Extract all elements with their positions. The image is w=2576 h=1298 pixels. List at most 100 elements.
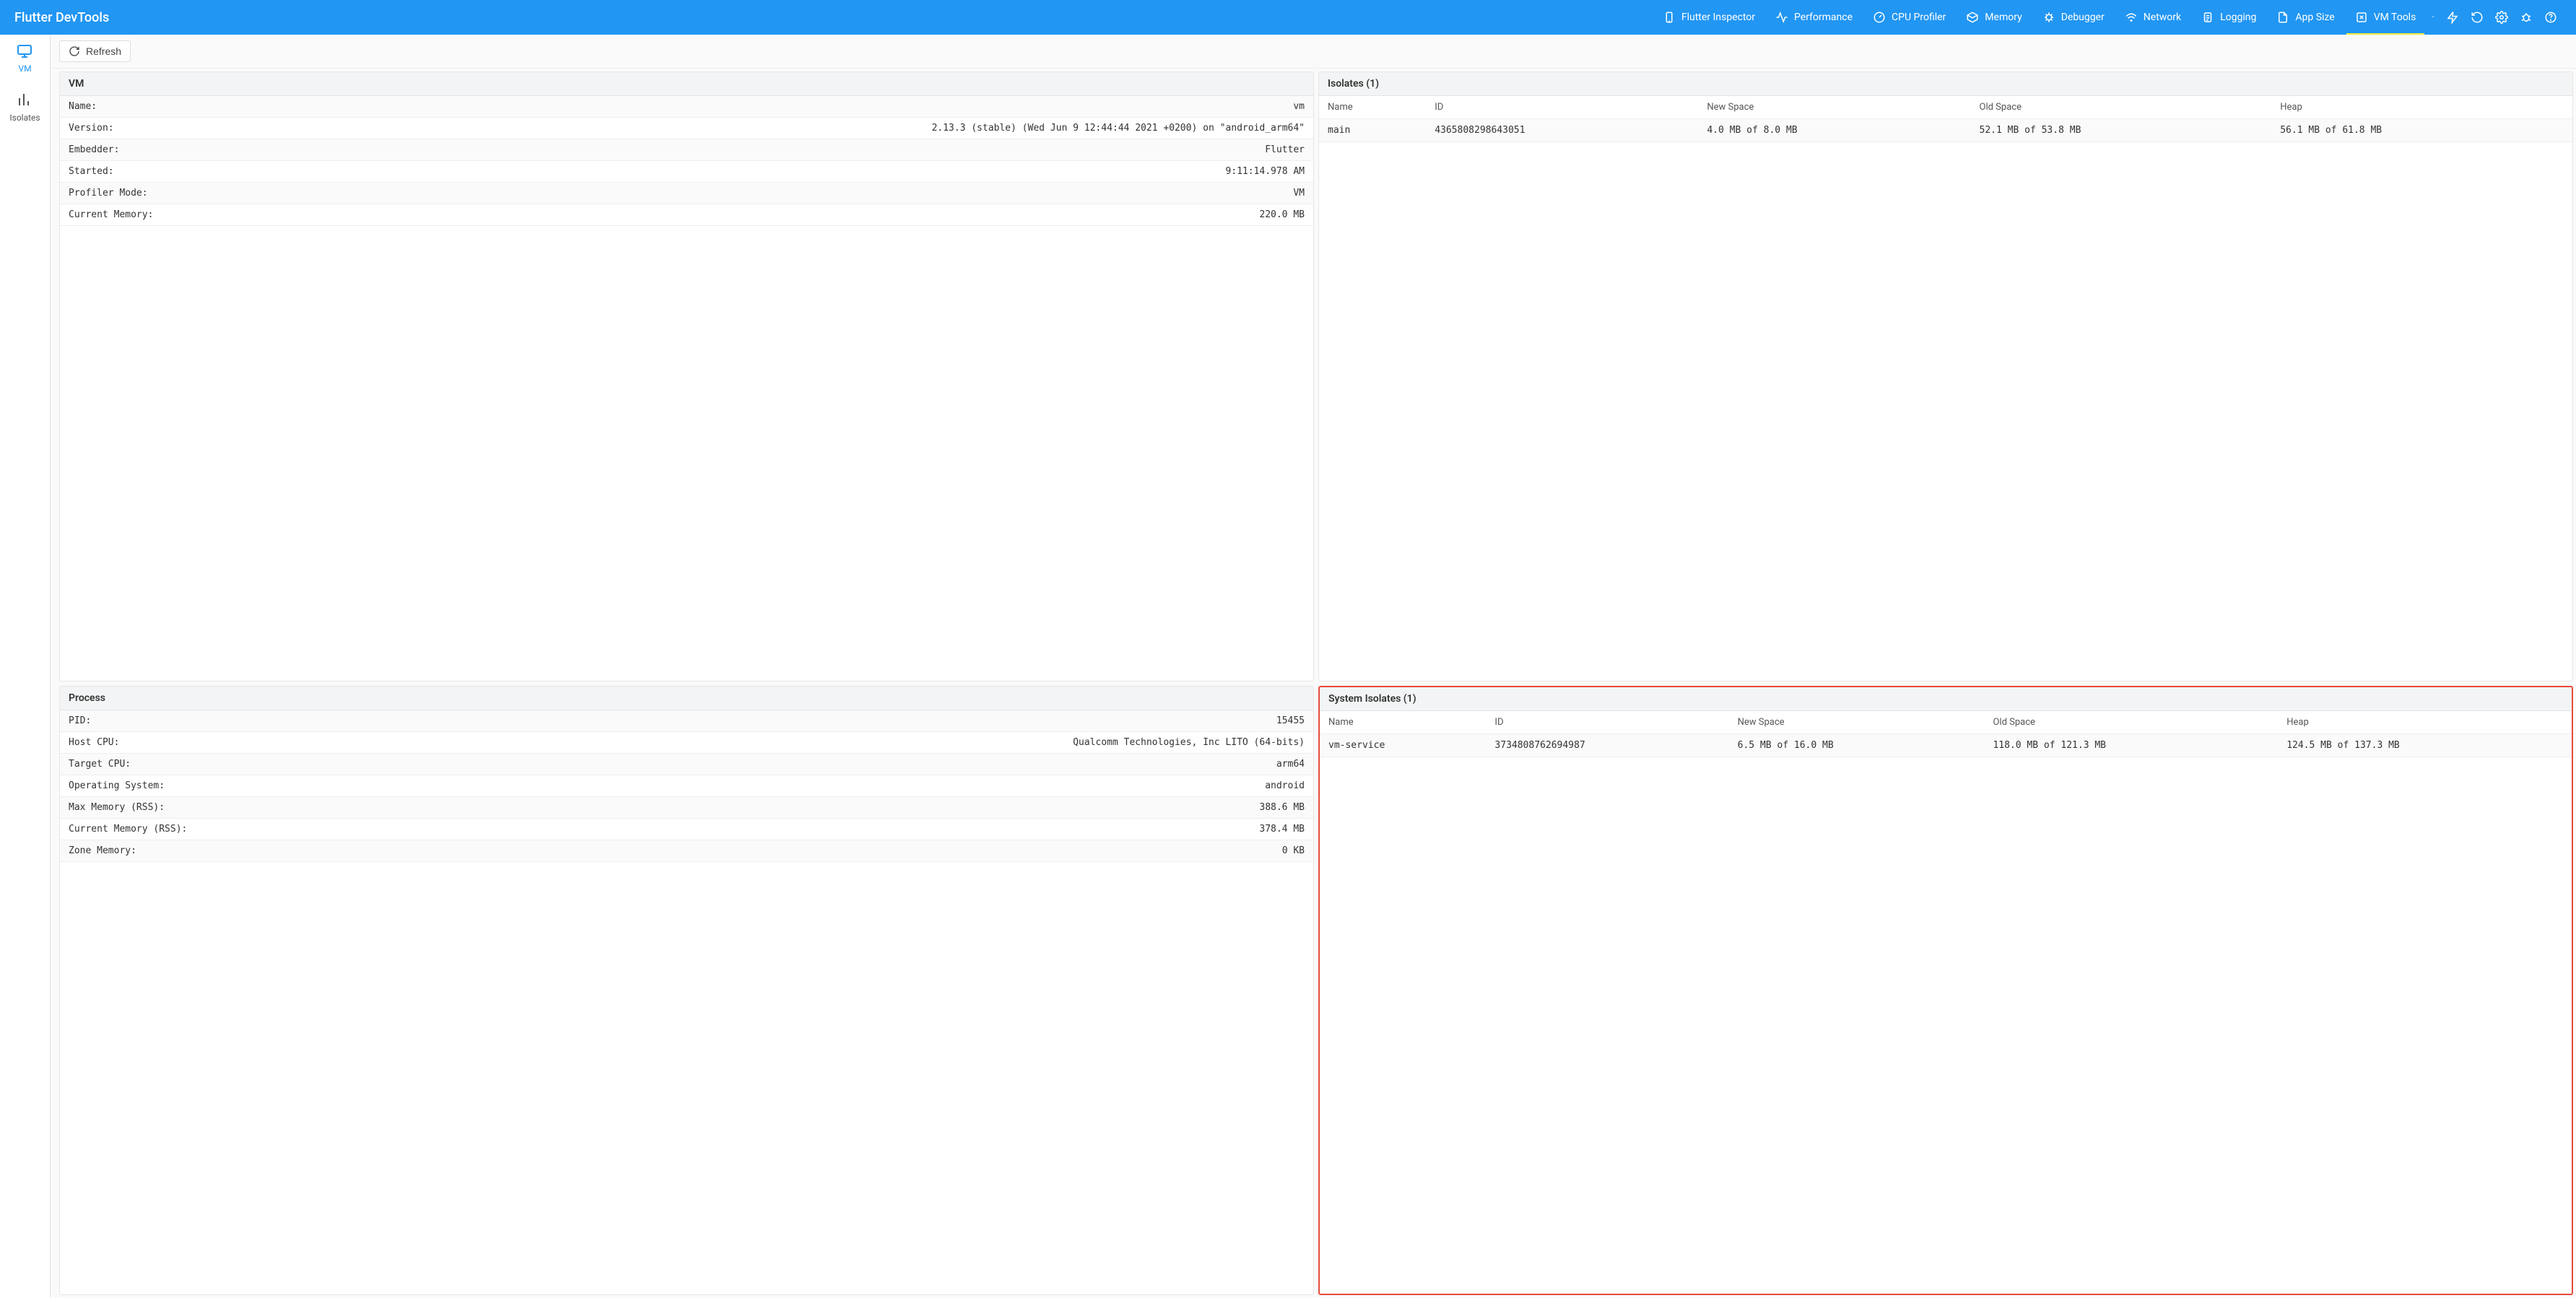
- dot-icon: ·: [2432, 12, 2434, 23]
- kv-value: VM: [1293, 188, 1305, 199]
- kv-value: 2.13.3 (stable) (Wed Jun 9 12:44:44 2021…: [931, 123, 1305, 134]
- main-content: Refresh VM Name:vmVersion:2.13.3 (stable…: [51, 35, 2576, 1298]
- gauge-icon: [1873, 11, 1886, 24]
- monitor-icon: [16, 42, 35, 61]
- table-header: Name: [1320, 711, 1486, 734]
- tab-label: Logging: [2220, 12, 2256, 23]
- tab-network[interactable]: Network: [2116, 0, 2190, 35]
- file-icon: [2276, 11, 2289, 24]
- table-row[interactable]: vm-service37348087626949876.5 MB of 16.0…: [1320, 733, 2572, 757]
- tab-overflow-indicator[interactable]: ·: [2427, 0, 2439, 35]
- kv-key: Operating System:: [69, 780, 165, 791]
- kv-row: Operating System: android: [60, 775, 1313, 797]
- kv-row: Version:2.13.3 (stable) (Wed Jun 9 12:44…: [60, 118, 1313, 139]
- table-cell: vm-service: [1320, 733, 1486, 757]
- phone-icon: [1663, 11, 1676, 24]
- help-icon: [2544, 11, 2557, 24]
- kv-value: 9:11:14.978 AM: [1225, 166, 1305, 177]
- kv-key: PID:: [69, 715, 91, 726]
- system-isolates-panel-body: NameIDNew SpaceOld SpaceHeapvm-service37…: [1320, 711, 2572, 1294]
- table-row[interactable]: main43658082986430514.0 MB of 8.0 MB52.1…: [1319, 119, 2572, 142]
- restart-icon: [2471, 11, 2484, 24]
- clipboard-icon: [2201, 11, 2214, 24]
- table-header: ID: [1426, 96, 1698, 119]
- action-hot-restart[interactable]: [2466, 0, 2488, 35]
- wifi-icon: [2125, 11, 2138, 24]
- sidebar-item-label: Isolates: [9, 113, 40, 123]
- kv-row: Max Memory (RSS): 388.6 MB: [60, 797, 1313, 819]
- table-cell: 118.0 MB of 121.3 MB: [1984, 733, 2278, 757]
- kv-row: Current Memory (RSS): 378.4 MB: [60, 819, 1313, 840]
- table-cell: 4365808298643051: [1426, 119, 1698, 142]
- action-help[interactable]: [2540, 0, 2562, 35]
- kv-key: Host CPU:: [69, 737, 119, 748]
- action-hot-reload[interactable]: [2442, 0, 2463, 35]
- kv-row: Started:9:11:14.978 AM: [60, 161, 1313, 183]
- tab-label: VM Tools: [2374, 12, 2416, 23]
- table-header: Old Space: [1984, 711, 2278, 734]
- kv-row: Target CPU:arm64: [60, 754, 1313, 775]
- kv-value: 15455: [1276, 715, 1305, 726]
- kv-value: android: [1265, 780, 1305, 791]
- tab-app-size[interactable]: App Size: [2268, 0, 2343, 35]
- app-title: Flutter DevTools: [14, 10, 109, 25]
- table-cell: 52.1 MB of 53.8 MB: [1971, 119, 2272, 142]
- kv-value: Flutter: [1265, 144, 1305, 155]
- kv-key: Profiler Mode:: [69, 188, 148, 199]
- kv-key: Embedder:: [69, 144, 119, 155]
- sidebar-item-label: VM: [18, 64, 31, 74]
- tab-flutter-inspector[interactable]: Flutter Inspector: [1654, 0, 1764, 35]
- kv-key: Max Memory (RSS):: [69, 802, 165, 813]
- top-nav: Flutter Inspector Performance CPU Profil…: [1654, 0, 2562, 35]
- kv-key: Current Memory (RSS):: [69, 824, 187, 835]
- tab-performance[interactable]: Performance: [1767, 0, 1861, 35]
- table-cell: 56.1 MB of 61.8 MB: [2271, 119, 2572, 142]
- topbar: Flutter DevTools Flutter Inspector Perfo…: [0, 0, 2576, 35]
- kv-key: Target CPU:: [69, 759, 131, 770]
- bolt-icon: [2446, 11, 2459, 24]
- bug-icon: [2042, 11, 2055, 24]
- kv-value: 388.6 MB: [1259, 802, 1305, 813]
- table-cell: 6.5 MB of 16.0 MB: [1729, 733, 1985, 757]
- tab-label: Performance: [1794, 12, 1853, 23]
- kv-key: Name:: [69, 101, 97, 112]
- refresh-label: Refresh: [86, 45, 121, 57]
- system-isolates-panel: System Isolates (1) NameIDNew SpaceOld S…: [1318, 686, 2573, 1296]
- tab-vm-tools[interactable]: VM Tools: [2346, 0, 2425, 35]
- vm-panel-body: Name:vmVersion:2.13.3 (stable) (Wed Jun …: [60, 96, 1313, 681]
- panel-title: Process: [60, 687, 1313, 710]
- tab-debugger[interactable]: Debugger: [2034, 0, 2113, 35]
- tab-label: App Size: [2295, 12, 2334, 23]
- kv-row: Zone Memory:0 KB: [60, 840, 1313, 862]
- refresh-button[interactable]: Refresh: [59, 40, 131, 62]
- table-header: Heap: [2271, 96, 2572, 119]
- tools-icon: [2355, 11, 2368, 24]
- waveform-icon: [1775, 11, 1788, 24]
- panel-title: System Isolates (1): [1320, 687, 2572, 711]
- sidebar-item-isolates[interactable]: Isolates: [9, 91, 40, 123]
- table-cell: 124.5 MB of 137.3 MB: [2278, 733, 2572, 757]
- tab-label: Memory: [1985, 12, 2022, 23]
- tab-cpu-profiler[interactable]: CPU Profiler: [1864, 0, 1954, 35]
- table-header: New Space: [1698, 96, 1970, 119]
- table-cell: 4.0 MB of 8.0 MB: [1698, 119, 1970, 142]
- isolates-table: NameIDNew SpaceOld SpaceHeapmain43658082…: [1319, 96, 2572, 142]
- chart-icon: [15, 91, 34, 110]
- process-panel: Process PID:15455Host CPU:Qualcomm Techn…: [59, 686, 1314, 1296]
- action-report-bug[interactable]: [2515, 0, 2537, 35]
- table-header: Name: [1319, 96, 1426, 119]
- tab-memory[interactable]: Memory: [1957, 0, 2030, 35]
- toolbar: Refresh: [51, 35, 2576, 69]
- kv-row: Current Memory:220.0 MB: [60, 204, 1313, 226]
- sidebar-item-vm[interactable]: VM: [16, 42, 35, 74]
- vm-panel: VM Name:vmVersion:2.13.3 (stable) (Wed J…: [59, 71, 1314, 681]
- kv-row: Profiler Mode: VM: [60, 183, 1313, 204]
- tab-logging[interactable]: Logging: [2193, 0, 2265, 35]
- tab-label: Flutter Inspector: [1681, 12, 1755, 23]
- tab-label: Network: [2144, 12, 2181, 23]
- action-settings[interactable]: [2491, 0, 2512, 35]
- kv-value: 378.4 MB: [1259, 824, 1305, 835]
- isolates-panel-body: NameIDNew SpaceOld SpaceHeapmain43658082…: [1319, 96, 2572, 681]
- package-icon: [1966, 11, 1979, 24]
- small-bug-icon: [2520, 11, 2533, 24]
